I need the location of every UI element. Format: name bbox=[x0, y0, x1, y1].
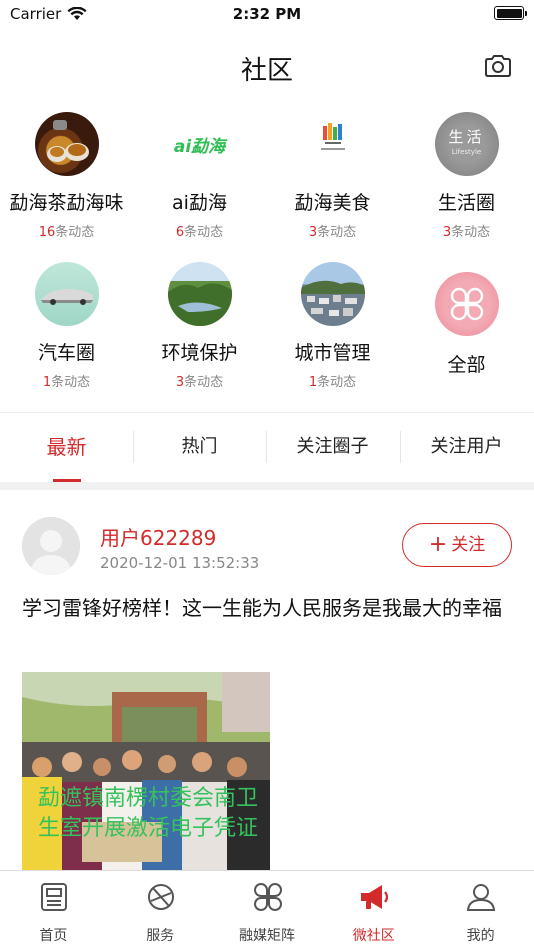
tab-latest[interactable]: 最新 bbox=[0, 413, 133, 483]
tabbar-label: 我的 bbox=[466, 928, 495, 944]
tabbar-item-community[interactable]: 微社区 bbox=[320, 871, 427, 950]
circle-name: 环境保护 bbox=[161, 342, 238, 364]
post-timestamp: 2020-12-01 13:52:33 bbox=[100, 554, 260, 572]
circle-name: 勐海茶勐海味 bbox=[9, 192, 124, 214]
tabbar-item-me[interactable]: 我的 bbox=[427, 871, 534, 950]
food-logo-icon bbox=[300, 112, 365, 176]
circle-count: 3条动态 bbox=[442, 225, 491, 240]
circle-item-ai-menghai[interactable]: ai勐海 ai勐海 6条动态 bbox=[133, 112, 266, 240]
matrix-icon bbox=[253, 883, 282, 911]
section-divider bbox=[0, 482, 534, 490]
post-content: 学习雷锋好榜样！这一生能为人民服务是我最大的幸福 bbox=[22, 596, 502, 620]
tabbar-label: 微社区 bbox=[352, 928, 395, 944]
status-time: 2:32 PM bbox=[232, 5, 302, 23]
follow-button[interactable]: + 关注 bbox=[402, 523, 512, 567]
circle-item-all[interactable]: 全部 bbox=[400, 272, 533, 377]
feed-tabs: 最新 热门 关注圈子 关注用户 bbox=[0, 412, 534, 482]
all-grid-icon bbox=[434, 272, 499, 336]
circle-name: 全部 bbox=[447, 354, 486, 376]
tabbar-label: 首页 bbox=[39, 928, 68, 944]
nav-bar: 社区 bbox=[0, 28, 534, 106]
circle-name: 城市管理 bbox=[294, 342, 371, 364]
service-icon bbox=[147, 884, 174, 910]
avatar[interactable] bbox=[22, 517, 80, 575]
tabbar-item-home[interactable]: 首页 bbox=[0, 871, 107, 950]
circle-item-car[interactable]: 汽车圈 1条动态 bbox=[0, 262, 133, 390]
circle-count: 6条动态 bbox=[175, 225, 224, 240]
tab-followed-circles[interactable]: 关注圈子 bbox=[266, 413, 399, 483]
news-icon bbox=[41, 883, 67, 911]
circle-count: 16条动态 bbox=[38, 225, 95, 240]
circle-count: 3条动态 bbox=[175, 375, 224, 390]
tab-followed-users[interactable]: 关注用户 bbox=[400, 413, 533, 483]
post-username[interactable]: 用户622289 bbox=[100, 522, 216, 551]
circle-name: 汽车圈 bbox=[37, 342, 95, 364]
car-photo-icon bbox=[34, 262, 99, 326]
page-title: 社区 bbox=[240, 56, 293, 86]
user-icon bbox=[467, 884, 496, 911]
city-photo-icon bbox=[300, 262, 365, 326]
status-bar: Carrier 2:32 PM bbox=[0, 0, 534, 28]
image-caption: 勐遮镇南楞村委会南卫生室开展激活电子凭证 bbox=[37, 786, 258, 841]
camera-icon[interactable] bbox=[484, 54, 512, 78]
circle-item-lifestyle[interactable]: 生活 Lifestyle 生活圈 3条动态 bbox=[400, 112, 533, 240]
circle-name: 勐海美食 bbox=[294, 192, 371, 214]
tabbar-item-matrix[interactable]: 融媒矩阵 bbox=[214, 871, 321, 950]
follow-label: 关注 bbox=[451, 535, 486, 555]
tea-photo-icon bbox=[34, 112, 99, 176]
circle-name: ai勐海 bbox=[172, 192, 227, 214]
circle-count: 3条动态 bbox=[308, 225, 357, 240]
lifestyle-badge-icon: 生活 Lifestyle bbox=[434, 112, 499, 176]
tabbar-label: 服务 bbox=[146, 928, 175, 944]
circle-item-food[interactable]: 勐海美食 3条动态 bbox=[266, 112, 399, 240]
bottom-tab-bar: 首页 服务 融媒矩阵 微社区 我的 bbox=[0, 870, 534, 950]
circle-item-city[interactable]: 城市管理 1条动态 bbox=[266, 262, 399, 390]
circle-count: 1条动态 bbox=[42, 375, 91, 390]
ai-menghai-logo-icon: ai勐海 bbox=[167, 112, 232, 176]
tabbar-label: 融媒矩阵 bbox=[238, 928, 295, 944]
megaphone-icon bbox=[361, 885, 389, 909]
circle-item-tea[interactable]: 勐海茶勐海味 16条动态 bbox=[0, 112, 133, 240]
tab-hot[interactable]: 热门 bbox=[133, 413, 266, 483]
post-image[interactable]: 勐遮镇南楞村委会南卫生室开展激活电子凭证 bbox=[22, 672, 270, 872]
circle-grid: 勐海茶勐海味 16条动态 ai勐海 ai勐海 6条动态 勐海美食 3条动态 生活… bbox=[0, 106, 534, 412]
battery-icon bbox=[494, 6, 527, 20]
circle-name: 生活圈 bbox=[437, 192, 495, 214]
circle-item-environment[interactable]: 环境保护 3条动态 bbox=[133, 262, 266, 390]
tabbar-item-service[interactable]: 服务 bbox=[107, 871, 214, 950]
circle-count: 1条动态 bbox=[308, 375, 357, 390]
landscape-photo-icon bbox=[167, 262, 232, 326]
plus-icon: + bbox=[428, 532, 448, 557]
